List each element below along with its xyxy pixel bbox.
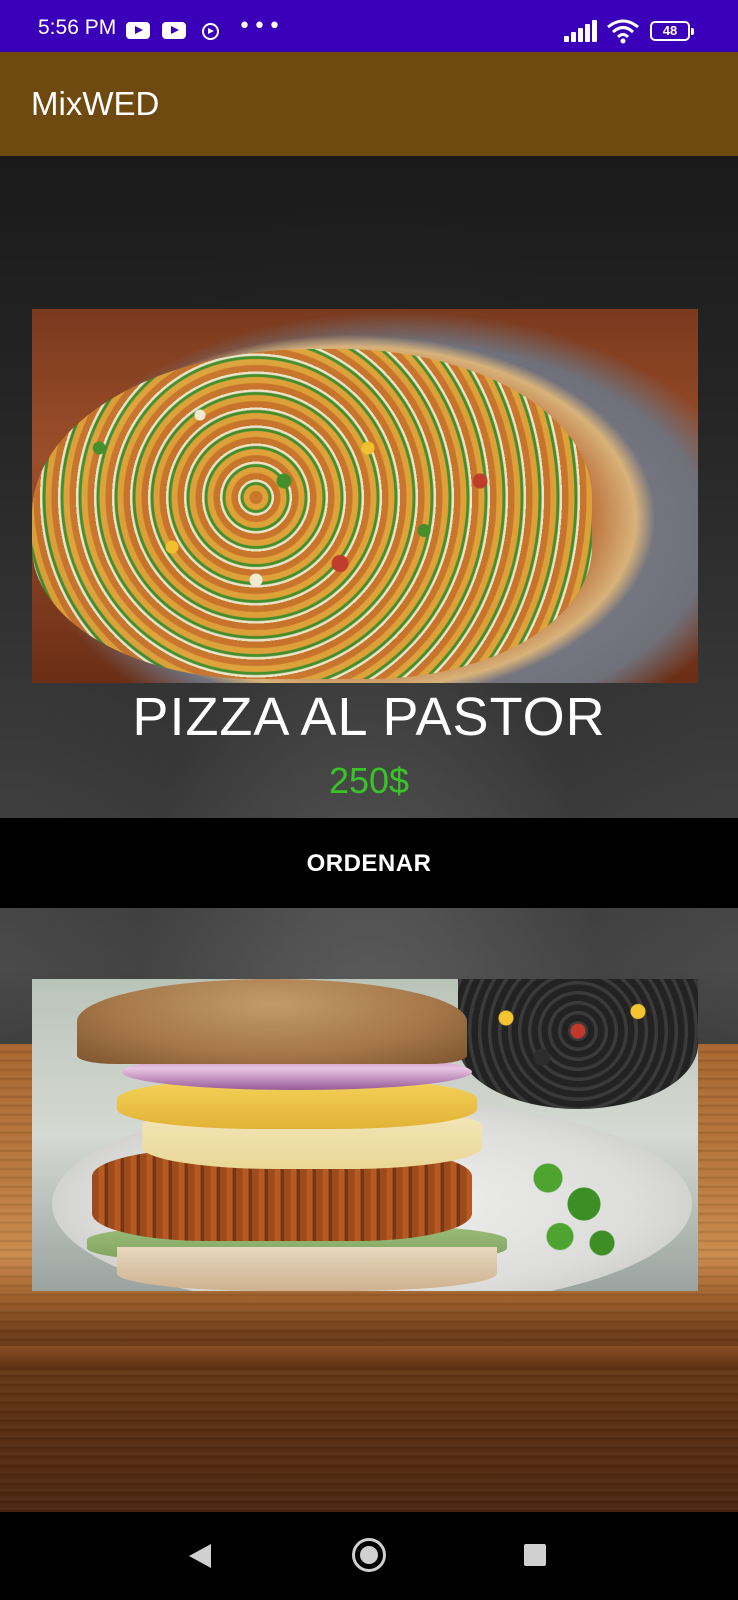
recents-icon[interactable] bbox=[524, 1544, 546, 1566]
play-circle-icon bbox=[202, 23, 219, 40]
navigation-bar bbox=[0, 1512, 738, 1600]
burger-bottom-bun bbox=[117, 1247, 497, 1291]
youtube-icon bbox=[162, 22, 186, 39]
battery-icon: 48 bbox=[650, 21, 694, 41]
pizza-toppings bbox=[32, 349, 592, 679]
burger-image bbox=[32, 979, 698, 1291]
home-icon[interactable] bbox=[352, 1538, 386, 1572]
app-bar: MixWED bbox=[0, 52, 738, 156]
order-button[interactable]: ORDENAR bbox=[0, 818, 738, 908]
youtube-icon bbox=[126, 22, 150, 39]
menu-list[interactable]: PIZZA AL PASTOR 250$ ORDENAR bbox=[0, 156, 738, 1512]
more-dots-icon: ••• bbox=[238, 14, 283, 39]
battery-level: 48 bbox=[662, 23, 678, 38]
dish-price: 250$ bbox=[328, 760, 410, 801]
burger-top-bun bbox=[77, 979, 467, 1064]
back-icon[interactable] bbox=[189, 1544, 211, 1568]
app-title: MixWED bbox=[31, 85, 160, 122]
pizza-image bbox=[32, 309, 698, 683]
wifi-icon bbox=[607, 19, 639, 44]
status-bar: 5:56 PM ••• 48 bbox=[0, 0, 738, 52]
status-time: 5:56 PM bbox=[38, 16, 117, 39]
herb-garnish bbox=[512, 1139, 632, 1269]
signal-icon bbox=[564, 20, 598, 42]
salad-bowl bbox=[458, 979, 698, 1109]
dish-title: PIZZA AL PASTOR bbox=[132, 687, 606, 747]
wood-ledge bbox=[0, 1346, 738, 1370]
